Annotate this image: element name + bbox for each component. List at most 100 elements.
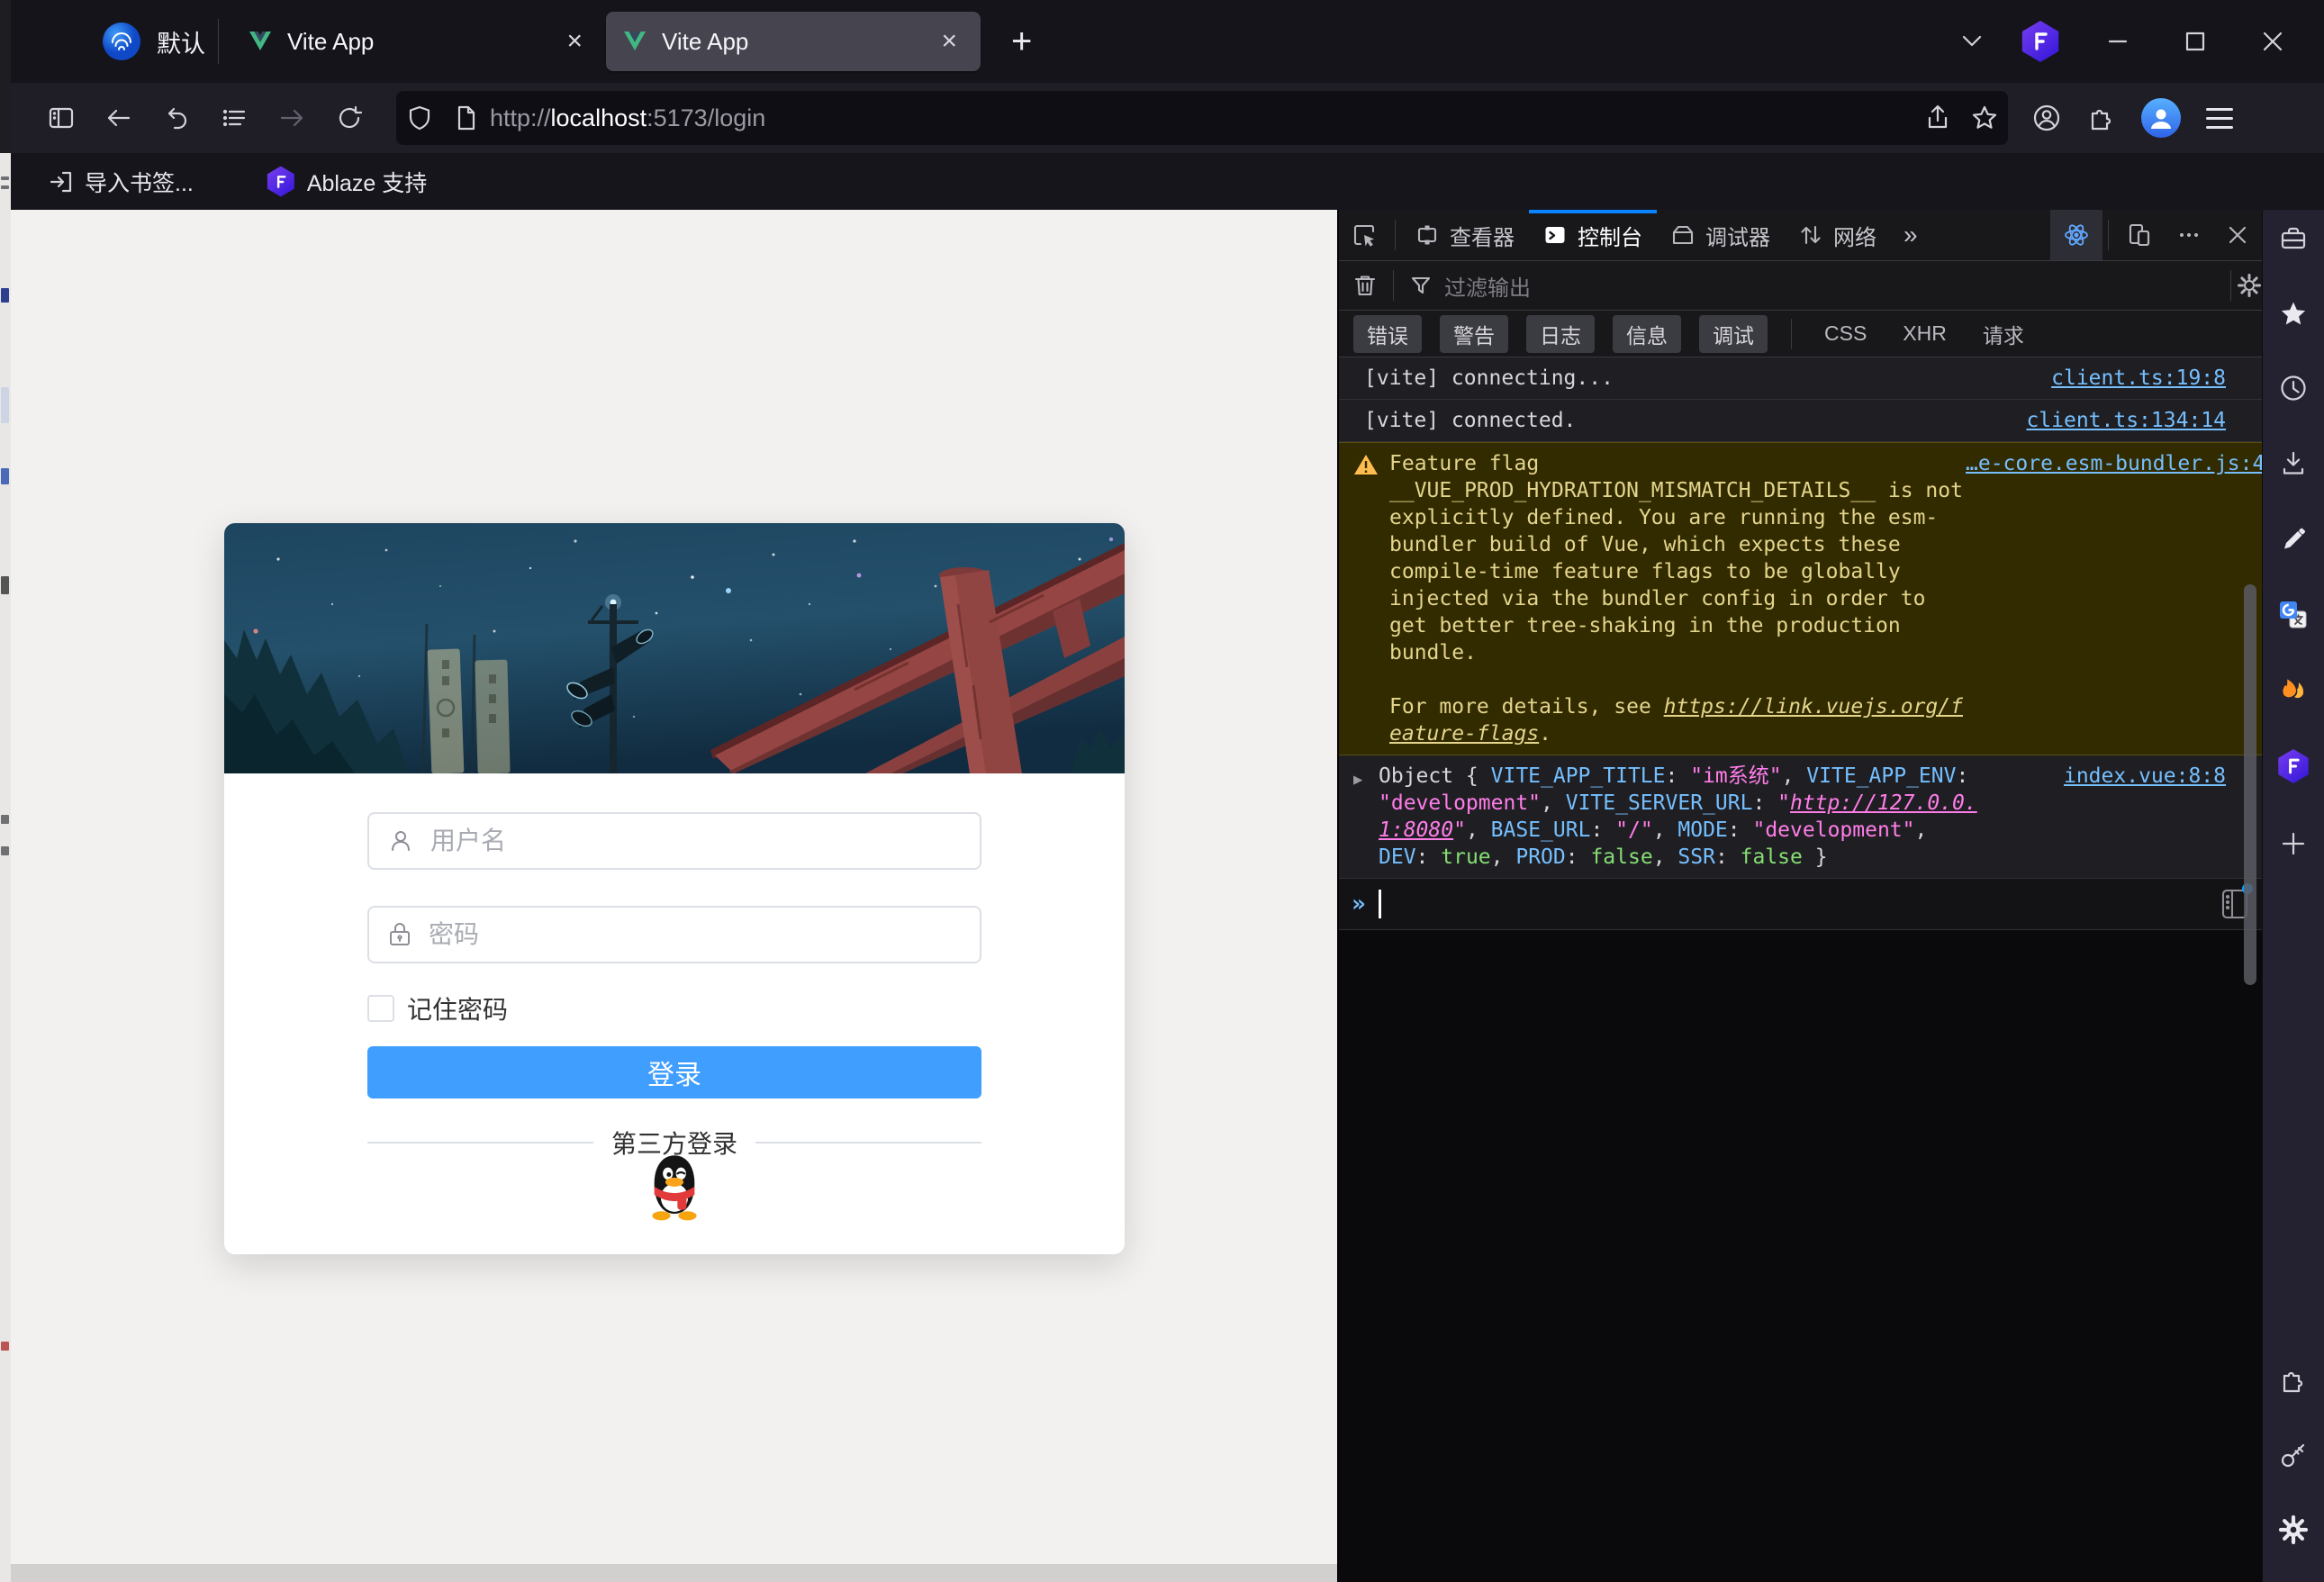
app-menu-icon[interactable]	[2206, 108, 2233, 129]
source-link[interactable]: index.vue:8:8	[1987, 763, 2226, 790]
shield-icon[interactable]	[396, 95, 443, 141]
filter-errors[interactable]: 错误	[1353, 315, 1422, 353]
bookmarks-star-icon[interactable]	[2279, 300, 2308, 329]
profile-button[interactable]: 默认	[101, 21, 205, 62]
console-input-row[interactable]: »	[1339, 879, 2262, 930]
tab-vite-app-2-active[interactable]: Vite App ×	[606, 12, 981, 71]
url-scheme: http://	[490, 104, 551, 131]
browser-window: 默认 Vite App × Vite App × +	[11, 0, 2324, 1582]
notes-pencil-icon[interactable]	[2279, 525, 2308, 554]
remember-checkbox[interactable]	[367, 995, 394, 1022]
tab-label: 调试器	[1705, 220, 1770, 251]
url-bar[interactable]: http://localhost:5173/login	[396, 91, 2008, 145]
url-path: :5173/login	[647, 104, 765, 131]
login-hero-image	[224, 523, 1125, 773]
filter-input[interactable]: 过滤输出	[1444, 270, 1531, 302]
history-clock-icon[interactable]	[2279, 374, 2308, 402]
list-all-tabs-icon[interactable]	[1960, 30, 1984, 53]
fire-icon[interactable]	[2279, 675, 2308, 706]
filter-debug[interactable]: 调试	[1699, 315, 1768, 353]
page-info-icon[interactable]	[443, 95, 490, 141]
responsive-mode-icon[interactable]	[2114, 210, 2165, 260]
devtools-scrollbar[interactable]	[2244, 584, 2256, 985]
more-tabs-icon[interactable]: »	[1891, 210, 1931, 260]
account-icon[interactable]	[2031, 103, 2062, 133]
filter-logs[interactable]: 日志	[1526, 315, 1595, 353]
maximize-button[interactable]	[2175, 21, 2216, 62]
bookmarks-toolbar: 导入书签... Ablaze 支持	[11, 153, 2324, 210]
add-panel-icon[interactable]	[2280, 830, 2307, 857]
sidebar-toggle-icon[interactable]	[36, 93, 86, 143]
passwords-key-icon[interactable]	[2279, 1442, 2308, 1470]
ablaze-floorp-icon[interactable]	[2276, 749, 2310, 783]
tab-inspector[interactable]: 查看器	[1401, 210, 1529, 260]
expand-object-icon[interactable]: ▶	[1353, 763, 1368, 793]
tab-close-icon[interactable]: ×	[934, 26, 964, 57]
tab-label: 网络	[1833, 220, 1876, 251]
user-icon	[387, 827, 414, 854]
console-message: [vite] connected.	[1353, 407, 1987, 434]
new-tab-button[interactable]: +	[999, 23, 1044, 59]
browser-sidebar	[2262, 210, 2324, 1582]
filter-requests[interactable]: 请求	[1983, 319, 2024, 349]
password-input[interactable]	[427, 919, 980, 950]
profile-fingerprint-icon	[101, 21, 142, 62]
object-preview[interactable]: Object { VITE_APP_TITLE: "im系统", VITE_AP…	[1368, 763, 1987, 871]
sidebar-extensions-icon[interactable]	[2279, 1366, 2308, 1395]
username-input[interactable]	[429, 826, 980, 856]
close-devtools-icon[interactable]	[2213, 210, 2262, 260]
tab-console[interactable]: 控制台	[1529, 210, 1657, 260]
filter-funnel-icon	[1399, 275, 1435, 296]
bookmark-ablaze[interactable]: Ablaze 支持	[258, 162, 434, 202]
list-menu-icon[interactable]	[209, 93, 259, 143]
share-icon[interactable]	[1914, 95, 1961, 141]
page-content: 记住密码 登录 第三方登录	[11, 210, 1337, 1582]
filter-css[interactable]: CSS	[1824, 321, 1867, 346]
tab-debugger[interactable]: 调试器	[1657, 210, 1785, 260]
reload-icon[interactable]	[324, 93, 375, 143]
bookmark-label: Ablaze 支持	[307, 166, 427, 198]
google-translate-icon[interactable]	[2278, 600, 2309, 630]
tab-label: 查看器	[1450, 220, 1515, 251]
tab-close-icon[interactable]: ×	[559, 26, 590, 57]
vue-favicon	[622, 30, 647, 53]
floorp-logo-icon[interactable]	[2020, 21, 2061, 62]
devtools-menu-icon[interactable]	[2165, 210, 2213, 260]
filter-info[interactable]: 信息	[1613, 315, 1681, 353]
filter-warnings[interactable]: 警告	[1440, 315, 1508, 353]
extensions-puzzle-icon[interactable]	[2087, 104, 2116, 132]
source-link[interactable]: …e-core.esm-bundler.js:4285:12	[1966, 450, 2262, 477]
downloads-icon[interactable]	[2279, 449, 2308, 478]
source-link[interactable]: client.ts:19:8	[1987, 365, 2226, 392]
profile-avatar[interactable]	[2141, 98, 2181, 138]
vue-favicon	[248, 30, 273, 53]
back-icon[interactable]	[94, 93, 144, 143]
bookmark-star-icon[interactable]	[1961, 95, 2008, 141]
close-window-button[interactable]	[2252, 21, 2293, 62]
tabbar-separator	[218, 19, 219, 64]
toolbox-icon[interactable]	[2279, 225, 2308, 252]
bookmark-import[interactable]: 导入书签...	[41, 162, 201, 202]
undo-back-icon[interactable]	[151, 93, 202, 143]
password-field[interactable]	[367, 906, 981, 963]
lock-icon	[387, 921, 412, 948]
console-output: [vite] connecting... client.ts:19:8 [vit…	[1339, 357, 2262, 1582]
forward-icon[interactable]	[267, 93, 317, 143]
qq-login-icon[interactable]	[642, 1153, 707, 1222]
pick-element-icon[interactable]	[1339, 210, 1389, 260]
warning-icon	[1353, 453, 1379, 476]
vue-devtools-icon[interactable]	[2050, 210, 2102, 260]
username-field[interactable]	[367, 812, 981, 870]
source-link[interactable]: client.ts:134:14	[1987, 407, 2226, 434]
minimize-button[interactable]	[2097, 21, 2139, 62]
console-settings-gear-icon[interactable]	[2237, 273, 2262, 298]
remember-password-row: 记住密码	[367, 990, 508, 1026]
url-text[interactable]: http://localhost:5173/login	[490, 104, 1914, 132]
clear-console-icon[interactable]	[1339, 273, 1388, 298]
login-button[interactable]: 登录	[367, 1046, 981, 1098]
filter-xhr[interactable]: XHR	[1903, 321, 1947, 346]
tab-network[interactable]: 网络	[1785, 210, 1891, 260]
console-object-row: ▶ Object { VITE_APP_TITLE: "im系统", VITE_…	[1339, 755, 2262, 879]
tab-vite-app-1[interactable]: Vite App ×	[231, 12, 606, 71]
settings-gear-icon[interactable]	[2278, 1514, 2309, 1545]
